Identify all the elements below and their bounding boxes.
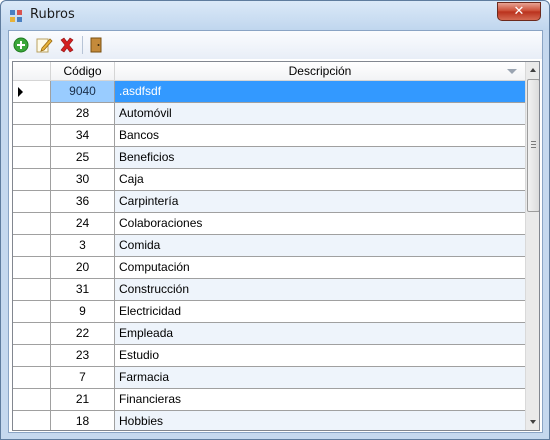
- sort-desc-icon: [507, 69, 517, 74]
- close-button[interactable]: ✕: [497, 2, 541, 21]
- cell-descripcion[interactable]: Automóvil: [115, 103, 525, 124]
- table-row[interactable]: 18 Hobbies: [13, 411, 525, 430]
- column-header-row: Código Descripción: [13, 62, 525, 81]
- cell-codigo[interactable]: 9: [51, 301, 115, 322]
- cell-codigo[interactable]: 21: [51, 389, 115, 410]
- table-row[interactable]: 24 Colaboraciones: [13, 213, 525, 235]
- add-icon[interactable]: [12, 36, 30, 54]
- row-header[interactable]: [13, 235, 51, 256]
- row-header[interactable]: [13, 389, 51, 410]
- table-row[interactable]: 7 Farmacia: [13, 367, 525, 389]
- toolbar-separator: [82, 36, 83, 54]
- window-title: Rubros: [30, 7, 75, 22]
- cell-descripcion[interactable]: Estudio: [115, 345, 525, 366]
- table-row[interactable]: 36 Carpintería: [13, 191, 525, 213]
- row-header[interactable]: [13, 103, 51, 124]
- row-header[interactable]: [13, 345, 51, 366]
- table-row[interactable]: 9040 .asdfsdf: [13, 81, 525, 103]
- cell-codigo[interactable]: 3: [51, 235, 115, 256]
- row-header[interactable]: [13, 367, 51, 388]
- cell-descripcion[interactable]: Farmacia: [115, 367, 525, 388]
- toolbar: [9, 31, 542, 59]
- cell-descripcion[interactable]: Bancos: [115, 125, 525, 146]
- scroll-up-icon[interactable]: [526, 62, 539, 79]
- cell-descripcion[interactable]: Colaboraciones: [115, 213, 525, 234]
- edit-icon[interactable]: [35, 36, 53, 54]
- table-row[interactable]: 30 Caja: [13, 169, 525, 191]
- rubros-window: Rubros ✕ Código Descripción 9040 .asdfsd…: [0, 0, 550, 440]
- table-row[interactable]: 34 Bancos: [13, 125, 525, 147]
- cell-codigo[interactable]: 31: [51, 279, 115, 300]
- cell-codigo[interactable]: 24: [51, 213, 115, 234]
- cell-codigo[interactable]: 20: [51, 257, 115, 278]
- exit-icon[interactable]: [87, 36, 105, 54]
- scroll-thumb[interactable]: [527, 79, 539, 212]
- column-header-descripcion[interactable]: Descripción: [115, 62, 525, 81]
- row-header[interactable]: [13, 257, 51, 278]
- cell-codigo[interactable]: 28: [51, 103, 115, 124]
- cell-descripcion[interactable]: Carpintería: [115, 191, 525, 212]
- cell-descripcion[interactable]: Beneficios: [115, 147, 525, 168]
- cell-descripcion[interactable]: .asdfsdf: [115, 81, 525, 102]
- current-row-icon: [18, 87, 23, 97]
- client-area: Código Descripción 9040 .asdfsdf 28 Automóv…: [8, 30, 543, 433]
- table-row[interactable]: 9 Electricidad: [13, 301, 525, 323]
- rubros-grid[interactable]: Código Descripción 9040 .asdfsdf 28 Automóv…: [12, 61, 540, 431]
- row-header[interactable]: [13, 147, 51, 168]
- row-header[interactable]: [13, 323, 51, 344]
- table-row[interactable]: 25 Beneficios: [13, 147, 525, 169]
- cell-codigo[interactable]: 34: [51, 125, 115, 146]
- cell-descripcion[interactable]: Financieras: [115, 389, 525, 410]
- row-header[interactable]: [13, 411, 51, 430]
- cell-codigo[interactable]: 22: [51, 323, 115, 344]
- grip-icon: [531, 141, 536, 148]
- cell-descripcion[interactable]: Electricidad: [115, 301, 525, 322]
- cell-descripcion[interactable]: Empleada: [115, 323, 525, 344]
- title-bar[interactable]: Rubros ✕: [1, 1, 549, 30]
- row-header[interactable]: [13, 81, 51, 102]
- table-row[interactable]: 22 Empleada: [13, 323, 525, 345]
- table-row[interactable]: 28 Automóvil: [13, 103, 525, 125]
- cell-codigo[interactable]: 23: [51, 345, 115, 366]
- table-row[interactable]: 3 Comida: [13, 235, 525, 257]
- scroll-down-icon[interactable]: [526, 413, 539, 430]
- table-row[interactable]: 20 Computación: [13, 257, 525, 279]
- row-header[interactable]: [13, 279, 51, 300]
- table-row[interactable]: 31 Construcción: [13, 279, 525, 301]
- cell-descripcion[interactable]: Construcción: [115, 279, 525, 300]
- delete-icon[interactable]: [58, 36, 76, 54]
- cell-codigo[interactable]: 18: [51, 411, 115, 430]
- cell-codigo[interactable]: 25: [51, 147, 115, 168]
- table-row[interactable]: 21 Financieras: [13, 389, 525, 411]
- app-icon: [10, 10, 22, 22]
- cell-descripcion[interactable]: Caja: [115, 169, 525, 190]
- cell-descripcion[interactable]: Hobbies: [115, 411, 525, 430]
- table-row[interactable]: 23 Estudio: [13, 345, 525, 367]
- row-header[interactable]: [13, 169, 51, 190]
- row-header[interactable]: [13, 125, 51, 146]
- cell-codigo[interactable]: 30: [51, 169, 115, 190]
- cell-descripcion[interactable]: Computación: [115, 257, 525, 278]
- cell-codigo[interactable]: 7: [51, 367, 115, 388]
- cell-codigo[interactable]: 36: [51, 191, 115, 212]
- row-header-corner: [13, 62, 51, 81]
- row-header[interactable]: [13, 213, 51, 234]
- column-header-codigo[interactable]: Código: [51, 62, 115, 81]
- cell-descripcion[interactable]: Comida: [115, 235, 525, 256]
- row-header[interactable]: [13, 191, 51, 212]
- row-header[interactable]: [13, 301, 51, 322]
- cell-codigo[interactable]: 9040: [51, 81, 115, 102]
- vertical-scrollbar[interactable]: [525, 62, 539, 430]
